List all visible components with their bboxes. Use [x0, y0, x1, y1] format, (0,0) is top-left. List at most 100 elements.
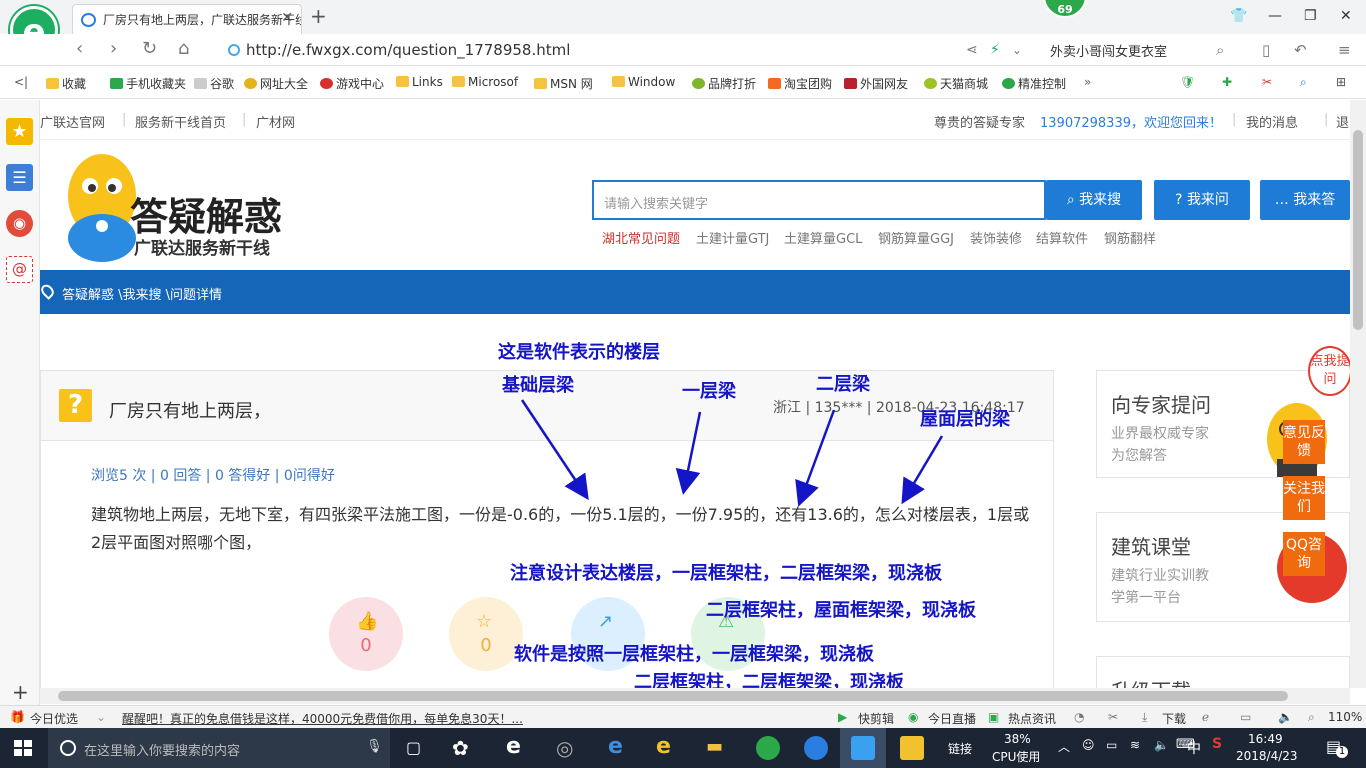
notification-badge[interactable]: 69: [1043, 0, 1087, 18]
scissors-icon[interactable]: ✂: [1262, 75, 1272, 89]
taskbar-search-input[interactable]: 在这里输入你要搜索的内容 🎙: [48, 728, 390, 768]
answer-button[interactable]: … 我来答: [1260, 180, 1350, 220]
zoom-level[interactable]: 110%: [1328, 710, 1362, 724]
share-icon[interactable]: ⋖: [966, 42, 978, 58]
back-icon[interactable]: ‹: [76, 38, 83, 59]
bookmark-item[interactable]: 淘宝团购: [768, 75, 832, 92]
like-button[interactable]: 👍 0: [329, 597, 403, 671]
browser-360-icon[interactable]: [756, 736, 780, 760]
bookmark-folder[interactable]: Microsof: [452, 75, 518, 89]
feedback-tab[interactable]: 意见反馈: [1283, 420, 1325, 464]
glodon-g-icon[interactable]: [804, 736, 828, 760]
more-bookmarks-icon[interactable]: »: [1084, 75, 1091, 89]
active-tab[interactable]: 厂房只有地上两层，广联达服务新干线 ✕: [72, 4, 302, 34]
vertical-scrollbar[interactable]: [1350, 100, 1366, 688]
tray-expand-icon[interactable]: ︿: [1058, 738, 1070, 755]
my-messages-link[interactable]: 我的消息: [1246, 112, 1298, 131]
hot-link[interactable]: 结算软件: [1036, 228, 1088, 247]
question-stats[interactable]: 浏览5 次 | 0 回答 | 0 答得好 | 0问得好: [91, 465, 335, 485]
volume-icon[interactable]: 🔈: [1154, 738, 1169, 752]
bookmark-folder[interactable]: Window: [612, 75, 675, 89]
news-ticker[interactable]: 醒醒吧！真正的免息借钱是这样，40000元免费借你用，每单免息30天！...: [122, 710, 523, 727]
bookmark-item[interactable]: 精准控制: [1002, 75, 1066, 92]
people-icon[interactable]: ☺: [1082, 738, 1095, 752]
speed-icon[interactable]: ◔: [1074, 710, 1084, 724]
news-list-icon[interactable]: ☰: [6, 164, 33, 191]
hot-news[interactable]: 热点资讯: [1008, 710, 1056, 727]
microphone-icon[interactable]: 🎙: [366, 739, 383, 754]
hot-link[interactable]: 湖北常见问题: [602, 228, 680, 247]
sogou-icon[interactable]: S: [1212, 736, 1222, 752]
nav-link-home[interactable]: 服务新干线首页: [135, 112, 226, 131]
favorite-button[interactable]: ☆ 0: [449, 597, 523, 671]
notes-icon[interactable]: [900, 736, 924, 760]
clock-time[interactable]: 16:49: [1248, 732, 1283, 746]
hot-link[interactable]: 钢筋翻样: [1104, 228, 1156, 247]
nav-link-glodon[interactable]: 广联达官网: [40, 112, 105, 131]
chevron-down-icon[interactable]: ⌄: [96, 710, 106, 724]
forward-icon[interactable]: ›: [110, 38, 117, 59]
restore-icon[interactable]: ❐: [1304, 8, 1317, 24]
chevron-down-icon[interactable]: ⌄: [1012, 43, 1022, 57]
ask-bubble[interactable]: 点我提问: [1308, 346, 1350, 396]
mail-icon[interactable]: @: [6, 256, 33, 283]
edge-icon[interactable]: e: [506, 734, 521, 759]
sidebar-add-icon[interactable]: +: [12, 680, 29, 704]
bookmark-item[interactable]: 外国网友: [844, 75, 908, 92]
ie-icon[interactable]: e: [608, 734, 623, 759]
bookmark-item[interactable]: 天猫商城: [924, 75, 988, 92]
phone-icon[interactable]: ▯: [1262, 41, 1270, 59]
search-button[interactable]: ⌕ 我来搜: [1046, 180, 1142, 220]
download-box[interactable]: 升级下载: [1096, 656, 1350, 688]
minimize-icon[interactable]: —: [1268, 8, 1282, 24]
tools-icon[interactable]: ✂: [1108, 710, 1118, 724]
shield-icon[interactable]: 🛡: [1180, 75, 1195, 89]
hot-link[interactable]: 土建算量GCL: [784, 228, 862, 247]
wifi-icon[interactable]: ≋: [1130, 738, 1140, 752]
user-welcome[interactable]: 13907298339，欢迎您回来！: [1040, 112, 1222, 131]
search-icon[interactable]: ⌕: [1216, 41, 1224, 59]
scroll-thumb[interactable]: [1353, 130, 1363, 330]
clock-date[interactable]: 2018/4/23: [1236, 749, 1298, 763]
bookmark-item[interactable]: 品牌打折: [692, 75, 756, 92]
favorites-star-icon[interactable]: ★: [6, 118, 33, 145]
menu-icon[interactable]: ≡: [1338, 41, 1351, 59]
teamviewer-icon[interactable]: [851, 736, 875, 760]
ie-yellow-icon[interactable]: e: [656, 734, 671, 759]
hot-link[interactable]: 装饰装修: [970, 228, 1022, 247]
logout-link[interactable]: 退出: [1336, 112, 1350, 131]
file-explorer-icon[interactable]: ▬: [706, 736, 723, 757]
swirl-app-icon[interactable]: ◎: [556, 736, 573, 760]
weibo-icon[interactable]: ◉: [6, 210, 33, 237]
windows-start-icon[interactable]: [14, 740, 32, 756]
refresh-icon[interactable]: ↻: [142, 38, 157, 59]
fan-app-icon[interactable]: ✿: [452, 736, 469, 760]
magnifier-icon[interactable]: ⌕: [1300, 75, 1307, 90]
bookmark-item[interactable]: 手机收藏夹: [110, 75, 186, 92]
bookmark-folder[interactable]: MSN 网: [534, 75, 593, 92]
collapse-icon[interactable]: <|: [14, 75, 28, 89]
mute-icon[interactable]: 🔈: [1278, 710, 1293, 724]
today-picks[interactable]: 今日优选: [30, 710, 78, 727]
lightning-icon[interactable]: ⚡: [990, 42, 1000, 58]
ie-mode-icon[interactable]: ℯ: [1202, 710, 1209, 724]
battery-icon[interactable]: ▭: [1106, 738, 1117, 752]
close-window-icon[interactable]: ✕: [1340, 8, 1352, 24]
bookmark-item[interactable]: 收藏: [46, 75, 86, 92]
ime-indicator[interactable]: 中: [1187, 738, 1201, 758]
horizontal-scrollbar[interactable]: [40, 688, 1350, 704]
site-search-input[interactable]: 请输入搜索关键字: [592, 180, 1046, 220]
qq-consult-tab[interactable]: QQ咨询: [1283, 532, 1325, 576]
bookmark-folder[interactable]: Links: [396, 75, 443, 89]
links-toolbar[interactable]: 链接: [948, 740, 972, 757]
new-tab-button[interactable]: +: [310, 4, 327, 28]
bookmark-item[interactable]: 游戏中心: [320, 75, 384, 92]
ask-button[interactable]: ? 我来问: [1154, 180, 1250, 220]
window-icon[interactable]: ▭: [1240, 710, 1251, 724]
shirt-skin-icon[interactable]: 👕: [1230, 8, 1247, 24]
today-live[interactable]: 今日直播: [928, 710, 976, 727]
task-view-icon[interactable]: ▢: [406, 738, 421, 757]
search-input[interactable]: 外卖小哥闯女更衣室: [1050, 41, 1167, 60]
quick-clip[interactable]: 快剪辑: [858, 710, 894, 727]
hot-link[interactable]: 钢筋算量GGJ: [878, 228, 954, 247]
